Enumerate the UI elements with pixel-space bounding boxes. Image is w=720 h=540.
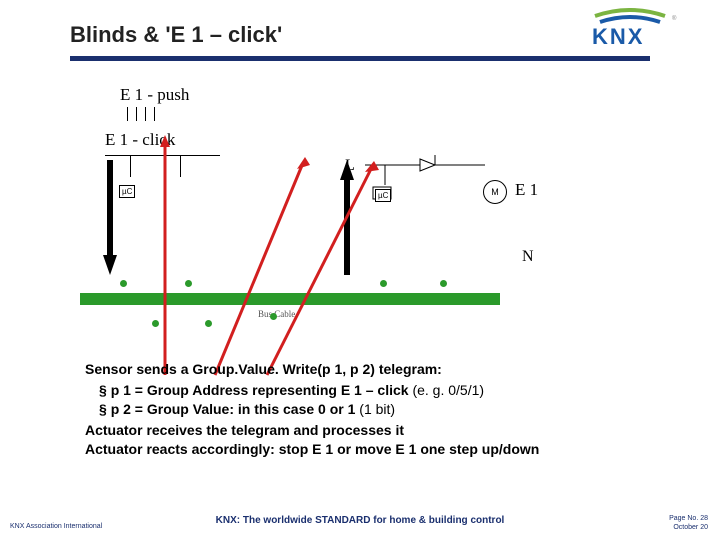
description-text: Sensor sends a Group.Value. Write(p 1, p… <box>85 360 665 458</box>
line-2: Actuator receives the telegram and proce… <box>85 421 665 440</box>
footer-center: KNX: The worldwide STANDARD for home & b… <box>0 515 720 526</box>
slide: Blinds & 'E 1 – click' KNX ® E 1 - push … <box>0 0 720 540</box>
page-date: October 20 <box>669 524 708 532</box>
line-1: Sensor sends a Group.Value. Write(p 1, p… <box>85 360 665 379</box>
knx-logo: KNX ® <box>580 8 680 48</box>
diagram: E 1 - push E 1 - click µC µ <box>80 85 590 335</box>
text: p 2 = Group Value: in this case 0 or 1 <box>111 401 360 417</box>
line-3: Actuator reacts accordingly: stop E 1 or… <box>85 440 665 459</box>
text: p 1 = Group Address representing E 1 – c… <box>111 382 413 398</box>
text: (e. g. 0/5/1) <box>412 382 484 398</box>
text: (1 bit) <box>359 401 395 417</box>
page-number: Page No. 28 <box>669 515 708 523</box>
text: Sensor sends a <box>85 361 192 377</box>
bullet-p1: p 1 = Group Address representing E 1 – c… <box>85 381 665 400</box>
title-divider <box>70 56 650 61</box>
annotation-lines <box>80 85 590 385</box>
svg-text:®: ® <box>672 15 677 22</box>
footer-right: Page No. 28 October 20 <box>669 515 708 532</box>
svg-text:KNX: KNX <box>592 24 644 48</box>
text-bold: Group.Value. Write(p 1, p 2) telegram: <box>192 361 441 377</box>
bullet-p2: p 2 = Group Value: in this case 0 or 1 (… <box>85 400 665 419</box>
